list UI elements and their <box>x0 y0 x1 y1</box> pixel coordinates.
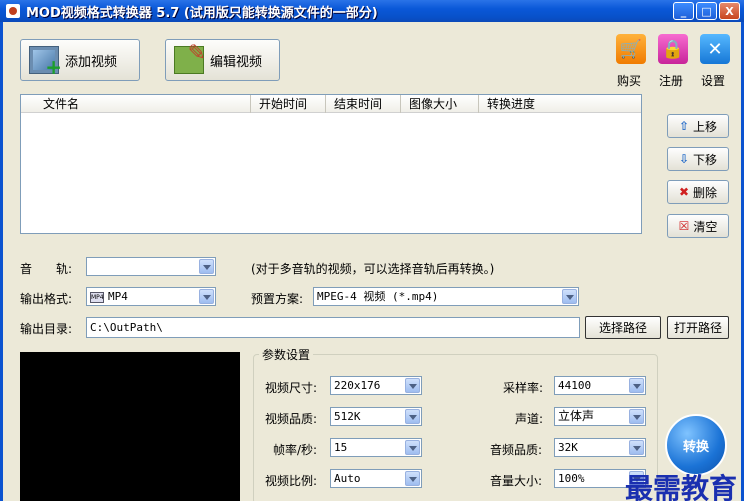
file-list-header: 文件名 开始时间 结束时间 图像大小 转换进度 <box>21 94 641 113</box>
aspect-value: Auto <box>334 472 361 485</box>
edit-video-label: 编辑视频 <box>210 54 263 70</box>
preset-value: MPEG-4 视频 (*.mp4) <box>317 290 439 303</box>
add-video-label: 添加视频 <box>65 54 118 70</box>
output-format-value: MP4 <box>108 290 128 303</box>
choose-path-button[interactable]: 选择路径 <box>585 316 661 339</box>
window-controls: _ □ X <box>673 2 740 20</box>
preset-select[interactable]: MPEG-4 视频 (*.mp4) <box>313 287 579 306</box>
move-up-label: 上移 <box>693 119 718 134</box>
clear-label: 清空 <box>693 219 718 234</box>
chevron-down-icon[interactable] <box>199 259 214 274</box>
file-list[interactable]: 文件名 开始时间 结束时间 图像大小 转换进度 <box>20 94 642 234</box>
register-label[interactable]: 注册 <box>659 72 683 89</box>
client-area: 添加视频 编辑视频 🛒 购买 🔒 注册 ✕ 设置 文件名 开始时间 结束时间 图… <box>0 22 744 501</box>
params-title: 参数设置 <box>259 346 314 363</box>
close-button[interactable]: X <box>719 2 740 20</box>
edit-video-button[interactable]: 编辑视频 <box>165 39 280 81</box>
video-quality-value: 512K <box>334 410 361 423</box>
chevron-down-icon[interactable] <box>405 440 420 455</box>
samplerate-select[interactable]: 44100 <box>554 376 646 395</box>
chevron-down-icon[interactable] <box>199 289 214 304</box>
add-film-icon <box>29 46 62 79</box>
move-up-button[interactable]: ⇧ 上移 <box>667 114 729 138</box>
audio-quality-label: 音频品质: <box>490 443 543 457</box>
delete-button[interactable]: ✖ 删除 <box>667 180 729 204</box>
framerate-value: 15 <box>334 441 348 454</box>
audio-track-select[interactable] <box>86 257 216 276</box>
clear-icon: ☒ <box>678 219 690 233</box>
open-path-button[interactable]: 打开路径 <box>667 316 729 339</box>
output-dir-field[interactable]: C:\OutPath\ <box>86 317 580 338</box>
video-quality-label: 视频品质: <box>265 412 318 426</box>
audio-track-label: 音 轨: <box>20 262 73 276</box>
arrow-up-icon: ⇧ <box>678 119 690 133</box>
aspect-label: 视频比例: <box>265 474 318 488</box>
mp4-file-icon: MP4 <box>90 291 104 303</box>
video-size-value: 220x176 <box>334 379 381 392</box>
audio-track-hint: (对于多音轨的视频，可以选择音轨后再转换。) <box>251 262 495 276</box>
output-dir-label: 输出目录: <box>20 322 73 336</box>
channels-select[interactable]: 立体声 <box>554 407 646 426</box>
output-format-label: 输出格式: <box>20 292 73 306</box>
arrow-down-icon: ⇩ <box>678 152 690 166</box>
cart-icon[interactable]: 🛒 <box>616 34 646 64</box>
delete-label: 删除 <box>693 185 718 200</box>
channels-value: 立体声 <box>558 409 595 423</box>
maximize-button[interactable]: □ <box>696 2 717 20</box>
chevron-down-icon[interactable] <box>405 378 420 393</box>
chevron-down-icon[interactable] <box>405 471 420 486</box>
tools-icon[interactable]: ✕ <box>700 34 730 64</box>
chevron-down-icon[interactable] <box>629 378 644 393</box>
lock-icon[interactable]: 🔒 <box>658 34 688 64</box>
samplerate-label: 采样率: <box>503 381 544 395</box>
move-down-button[interactable]: ⇩ 下移 <box>667 147 729 171</box>
chevron-down-icon[interactable] <box>629 440 644 455</box>
delete-icon: ✖ <box>678 185 690 199</box>
chevron-down-icon[interactable] <box>629 409 644 424</box>
video-preview <box>20 352 240 501</box>
move-down-label: 下移 <box>693 152 718 167</box>
output-format-select[interactable]: MP4 MP4 <box>86 287 216 306</box>
watermark-text: 最需教育 <box>625 472 738 501</box>
framerate-label: 帧率/秒: <box>273 443 318 457</box>
add-video-button[interactable]: 添加视频 <box>20 39 140 81</box>
volume-label: 音量大小: <box>490 474 543 488</box>
clear-button[interactable]: ☒ 清空 <box>667 214 729 238</box>
aspect-select[interactable]: Auto <box>330 469 422 488</box>
window-title: MOD视频格式转换器 5.7 (试用版只能转换源文件的一部分) <box>26 5 378 21</box>
edit-film-icon <box>174 41 206 74</box>
col-end-time[interactable]: 结束时间 <box>326 94 401 113</box>
col-image-size[interactable]: 图像大小 <box>401 94 479 113</box>
audio-quality-select[interactable]: 32K <box>554 438 646 457</box>
video-size-label: 视频尺寸: <box>265 381 318 395</box>
video-quality-select[interactable]: 512K <box>330 407 422 426</box>
samplerate-value: 44100 <box>558 379 592 392</box>
audio-quality-value: 32K <box>558 441 578 454</box>
app-icon <box>6 4 20 18</box>
preset-label: 预置方案: <box>251 292 304 306</box>
title-bar: MOD视频格式转换器 5.7 (试用版只能转换源文件的一部分) _ □ X <box>0 0 744 22</box>
chevron-down-icon[interactable] <box>562 289 577 304</box>
channels-label: 声道: <box>515 412 544 426</box>
volume-value: 100% <box>558 472 585 485</box>
minimize-button[interactable]: _ <box>673 2 694 20</box>
col-start-time[interactable]: 开始时间 <box>251 94 326 113</box>
buy-label[interactable]: 购买 <box>617 72 641 89</box>
video-size-select[interactable]: 220x176 <box>330 376 422 395</box>
col-progress[interactable]: 转换进度 <box>479 95 641 113</box>
chevron-down-icon[interactable] <box>405 409 420 424</box>
settings-label[interactable]: 设置 <box>701 72 725 89</box>
col-filename[interactable]: 文件名 <box>21 94 251 113</box>
framerate-select[interactable]: 15 <box>330 438 422 457</box>
